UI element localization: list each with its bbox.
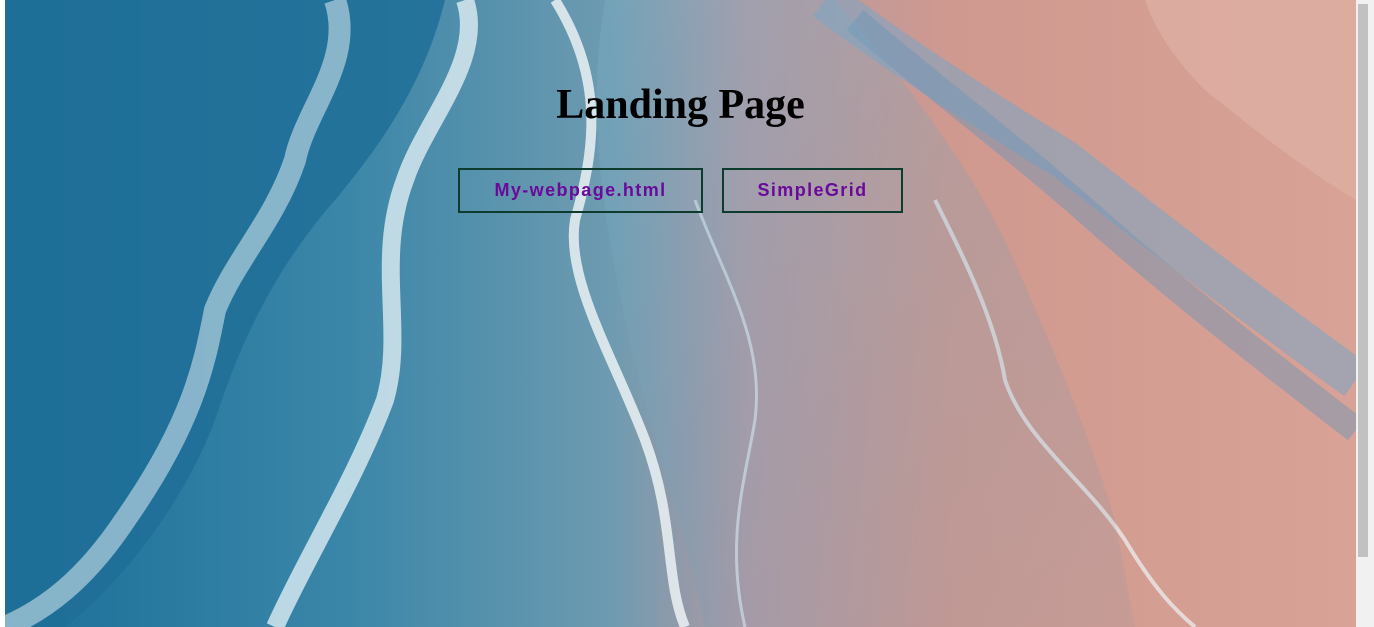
scrollbar-thumb[interactable] <box>1358 4 1368 557</box>
simplegrid-link-button[interactable]: SimpleGrid <box>722 168 903 213</box>
my-webpage-link-label: My-webpage.html <box>494 180 667 200</box>
my-webpage-link-button[interactable]: My-webpage.html <box>458 168 703 213</box>
simplegrid-link-label: SimpleGrid <box>757 180 868 200</box>
page-title: Landing Page <box>556 82 805 128</box>
vertical-scrollbar[interactable] <box>1356 0 1374 627</box>
landing-page: Landing Page My-webpage.html SimpleGrid <box>5 0 1356 627</box>
